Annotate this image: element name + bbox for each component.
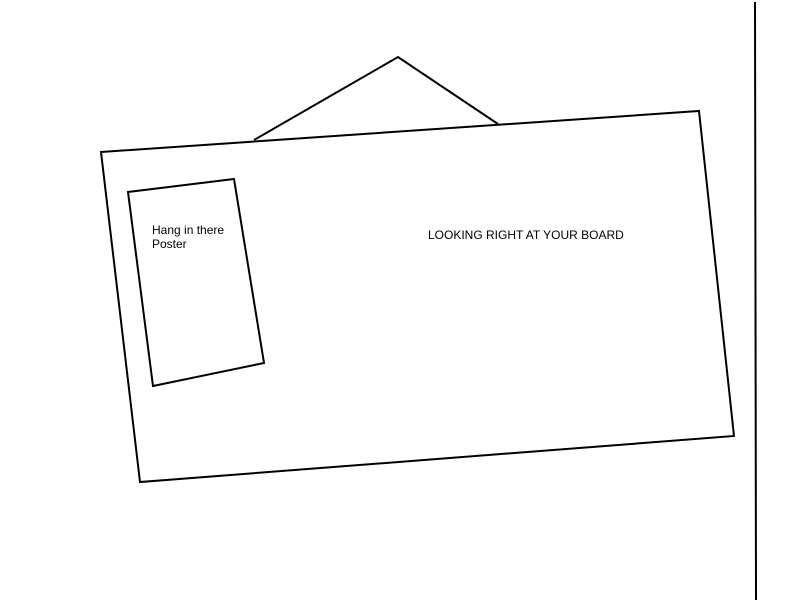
board-label: LOOKING RIGHT AT YOUR BOARD — [428, 228, 624, 242]
sketch-drawing — [99, 1, 757, 600]
sketch-canvas: Hang in there Poster LOOKING RIGHT AT YO… — [0, 0, 800, 600]
poster-label: Hang in there Poster — [152, 223, 224, 251]
poster-label-line1: Hang in there — [152, 223, 225, 237]
poster-outline — [126, 177, 266, 388]
poster-label-line2: Poster — [152, 237, 187, 251]
wall-edge-line — [754, 1, 757, 600]
board-outline — [99, 109, 736, 484]
